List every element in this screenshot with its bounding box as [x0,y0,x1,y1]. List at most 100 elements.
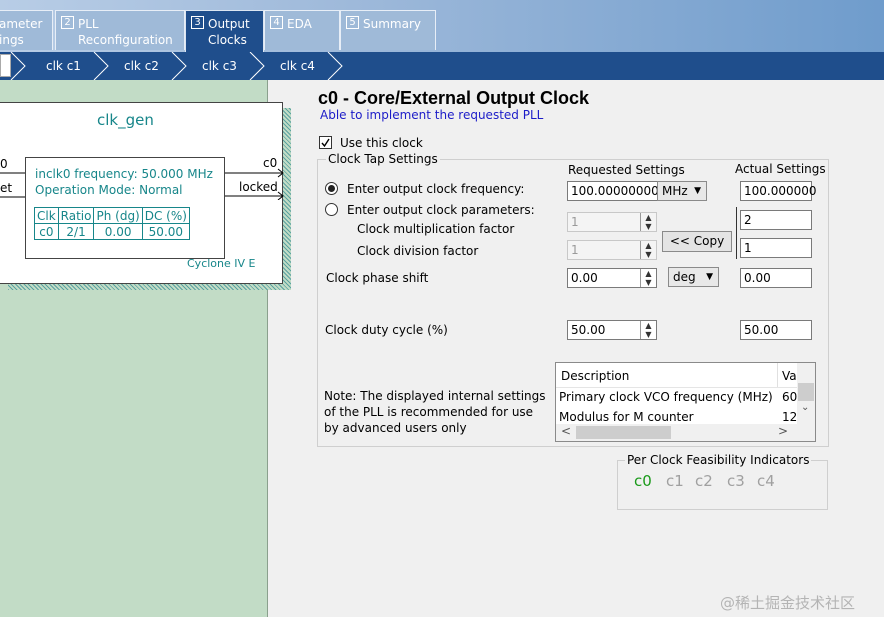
feasibility-c4: c4 [757,472,775,490]
table-header: Ratio [57,207,95,224]
spin-down-icon: ▼ [645,250,652,259]
radio-frequency-label: Enter output clock frequency: [347,182,525,196]
duty-cycle-value: 50.00 [571,323,606,337]
tab-label: Output Clocks [208,17,250,47]
mult-factor-value: 1 [571,215,579,229]
phase-shift-label: Clock phase shift [326,271,429,285]
table-row: Modulus for M counter [559,410,694,424]
pin-c0: c0 [263,156,278,170]
device-family: Cyclone IV E [187,257,256,270]
mult-spinner: ▲ ▼ [640,213,656,231]
spin-up-icon: ▲ [645,241,652,250]
spin-up-icon[interactable]: ▲ [641,269,656,278]
spin-down-icon: ▼ [645,222,652,231]
vertical-scrollbar[interactable]: ⌄ [797,363,815,424]
spin-down-icon[interactable]: ▼ [641,330,656,339]
scroll-thumb[interactable] [576,426,671,439]
clk-c2-tab[interactable]: clk c2 [124,52,159,80]
actual-frequency-field: 100.000000 [740,181,817,201]
phase-unit-select[interactable]: deg ▼ [668,267,719,287]
duty-spinner[interactable]: ▲ ▼ [640,321,656,339]
table-header: Ph (dg) [93,207,143,224]
feasibility-c3: c3 [727,472,745,490]
chevron-left-icon[interactable]: < [561,424,571,438]
radio-parameters-label: Enter output clock parameters: [347,203,535,217]
chevron-right-icon[interactable]: > [778,424,788,438]
spin-up-icon[interactable]: ▲ [641,321,656,330]
pin-locked: locked [239,180,278,194]
feasibility-title: Per Clock Feasibility Indicators [625,453,812,467]
bracket-line [736,207,737,259]
use-clock-label: Use this clock [340,136,423,150]
internal-settings-table[interactable]: Description Va Primary clock VCO frequen… [555,362,816,442]
table-header: Clk [34,207,59,224]
table-row: c0 2/1 0.00 50.00 [34,223,190,240]
horizontal-scrollbar[interactable]: < > [556,424,815,441]
dropdown-arrow-icon: ▼ [694,186,701,196]
column-value: Va [782,369,797,383]
clock-summary-table: Clk Ratio Ph (dg) DC (%) c0 2/1 0.00 50.… [34,207,190,240]
mult-factor-label: Clock multiplication factor [357,222,515,236]
duty-cycle-input[interactable]: 50.00 ▲ ▼ [567,320,657,340]
tab-label: ameter ings [0,17,43,47]
duty-cycle-label: Clock duty cycle (%) [325,323,448,337]
chevron-down-icon[interactable]: ⌄ [801,402,809,413]
table-header: DC (%) [141,207,190,224]
phase-spinner[interactable]: ▲ ▼ [640,269,656,287]
info-mode: Operation Mode: Normal [35,183,183,197]
table-cell: 0.00 [93,223,143,240]
page-title: c0 - Core/External Output Clock [318,88,590,108]
table-cell: c0 [34,223,59,240]
phase-shift-input[interactable]: 0.00 ▲ ▼ [567,268,657,288]
div-factor-label: Clock division factor [357,244,479,258]
spin-up-icon: ▲ [645,213,652,222]
table-header-row: Clk Ratio Ph (dg) DC (%) [34,207,190,224]
table-row: Primary clock VCO frequency (MHz) [559,390,773,404]
actual-duty-field: 50.00 [740,320,812,340]
status-message: Able to implement the requested PLL [320,108,544,122]
info-frequency: inclk0 frequency: 50.000 MHz [35,167,213,181]
requested-settings-header: Requested Settings [568,163,685,177]
div-factor-input: 1 ▲ ▼ [567,240,657,260]
tab-output-clocks[interactable]: 3 Output Clocks [185,10,264,52]
spin-down-icon[interactable]: ▼ [641,278,656,287]
frequency-unit-select[interactable]: MHz ▼ [657,181,707,201]
tab-summary[interactable]: 5 Summary [340,10,436,50]
frequency-input[interactable]: 100.00000000 [567,181,659,201]
table-header-row: Description Va [556,363,815,388]
tab-label: EDA [287,17,312,31]
actual-mult-field: 2 [740,210,812,230]
use-clock-checkbox[interactable] [319,136,332,149]
clk-c3-tab[interactable]: clk c3 [202,52,237,80]
column-description: Description [561,369,630,383]
column-divider [777,363,778,387]
tab-number: 3 [191,16,204,29]
actual-phase-field: 0.00 [740,268,812,288]
watermark: @稀土掘金技术社区 [720,594,856,612]
tab-pll-reconfiguration[interactable]: 2 PLL Reconfiguration [55,10,185,50]
table-cell: 50.00 [141,223,190,240]
check-icon [321,138,330,148]
tab-number: 5 [346,16,359,29]
frequency-unit-value: MHz [662,184,688,198]
div-spinner: ▲ ▼ [640,241,656,259]
group-title: Clock Tap Settings [326,152,440,166]
actual-settings-header: Actual Settings [735,162,826,176]
clk-c1-tab[interactable]: clk c1 [46,52,81,80]
tab-label: Summary [363,17,421,31]
wizard-tab-bar: ameter ings 2 PLL Reconfiguration 3 Outp… [0,0,884,52]
tab-eda[interactable]: 4 EDA [264,10,340,50]
clk-c4-tab[interactable]: clk c4 [280,52,315,80]
actual-div-field: 1 [740,238,812,258]
phase-shift-value: 0.00 [571,271,598,285]
scroll-thumb[interactable] [798,383,814,401]
table-cell: 12 [782,410,798,424]
tab-parameter-settings[interactable]: ameter ings [0,10,53,50]
symbol-title: clk_gen [97,111,154,129]
radio-output-parameters[interactable] [325,203,338,216]
div-factor-value: 1 [571,243,579,257]
tab-label: PLL Reconfiguration [78,17,173,47]
tab-number: 2 [61,16,74,29]
copy-button[interactable]: << Copy [662,231,732,252]
radio-output-frequency[interactable] [325,182,338,195]
